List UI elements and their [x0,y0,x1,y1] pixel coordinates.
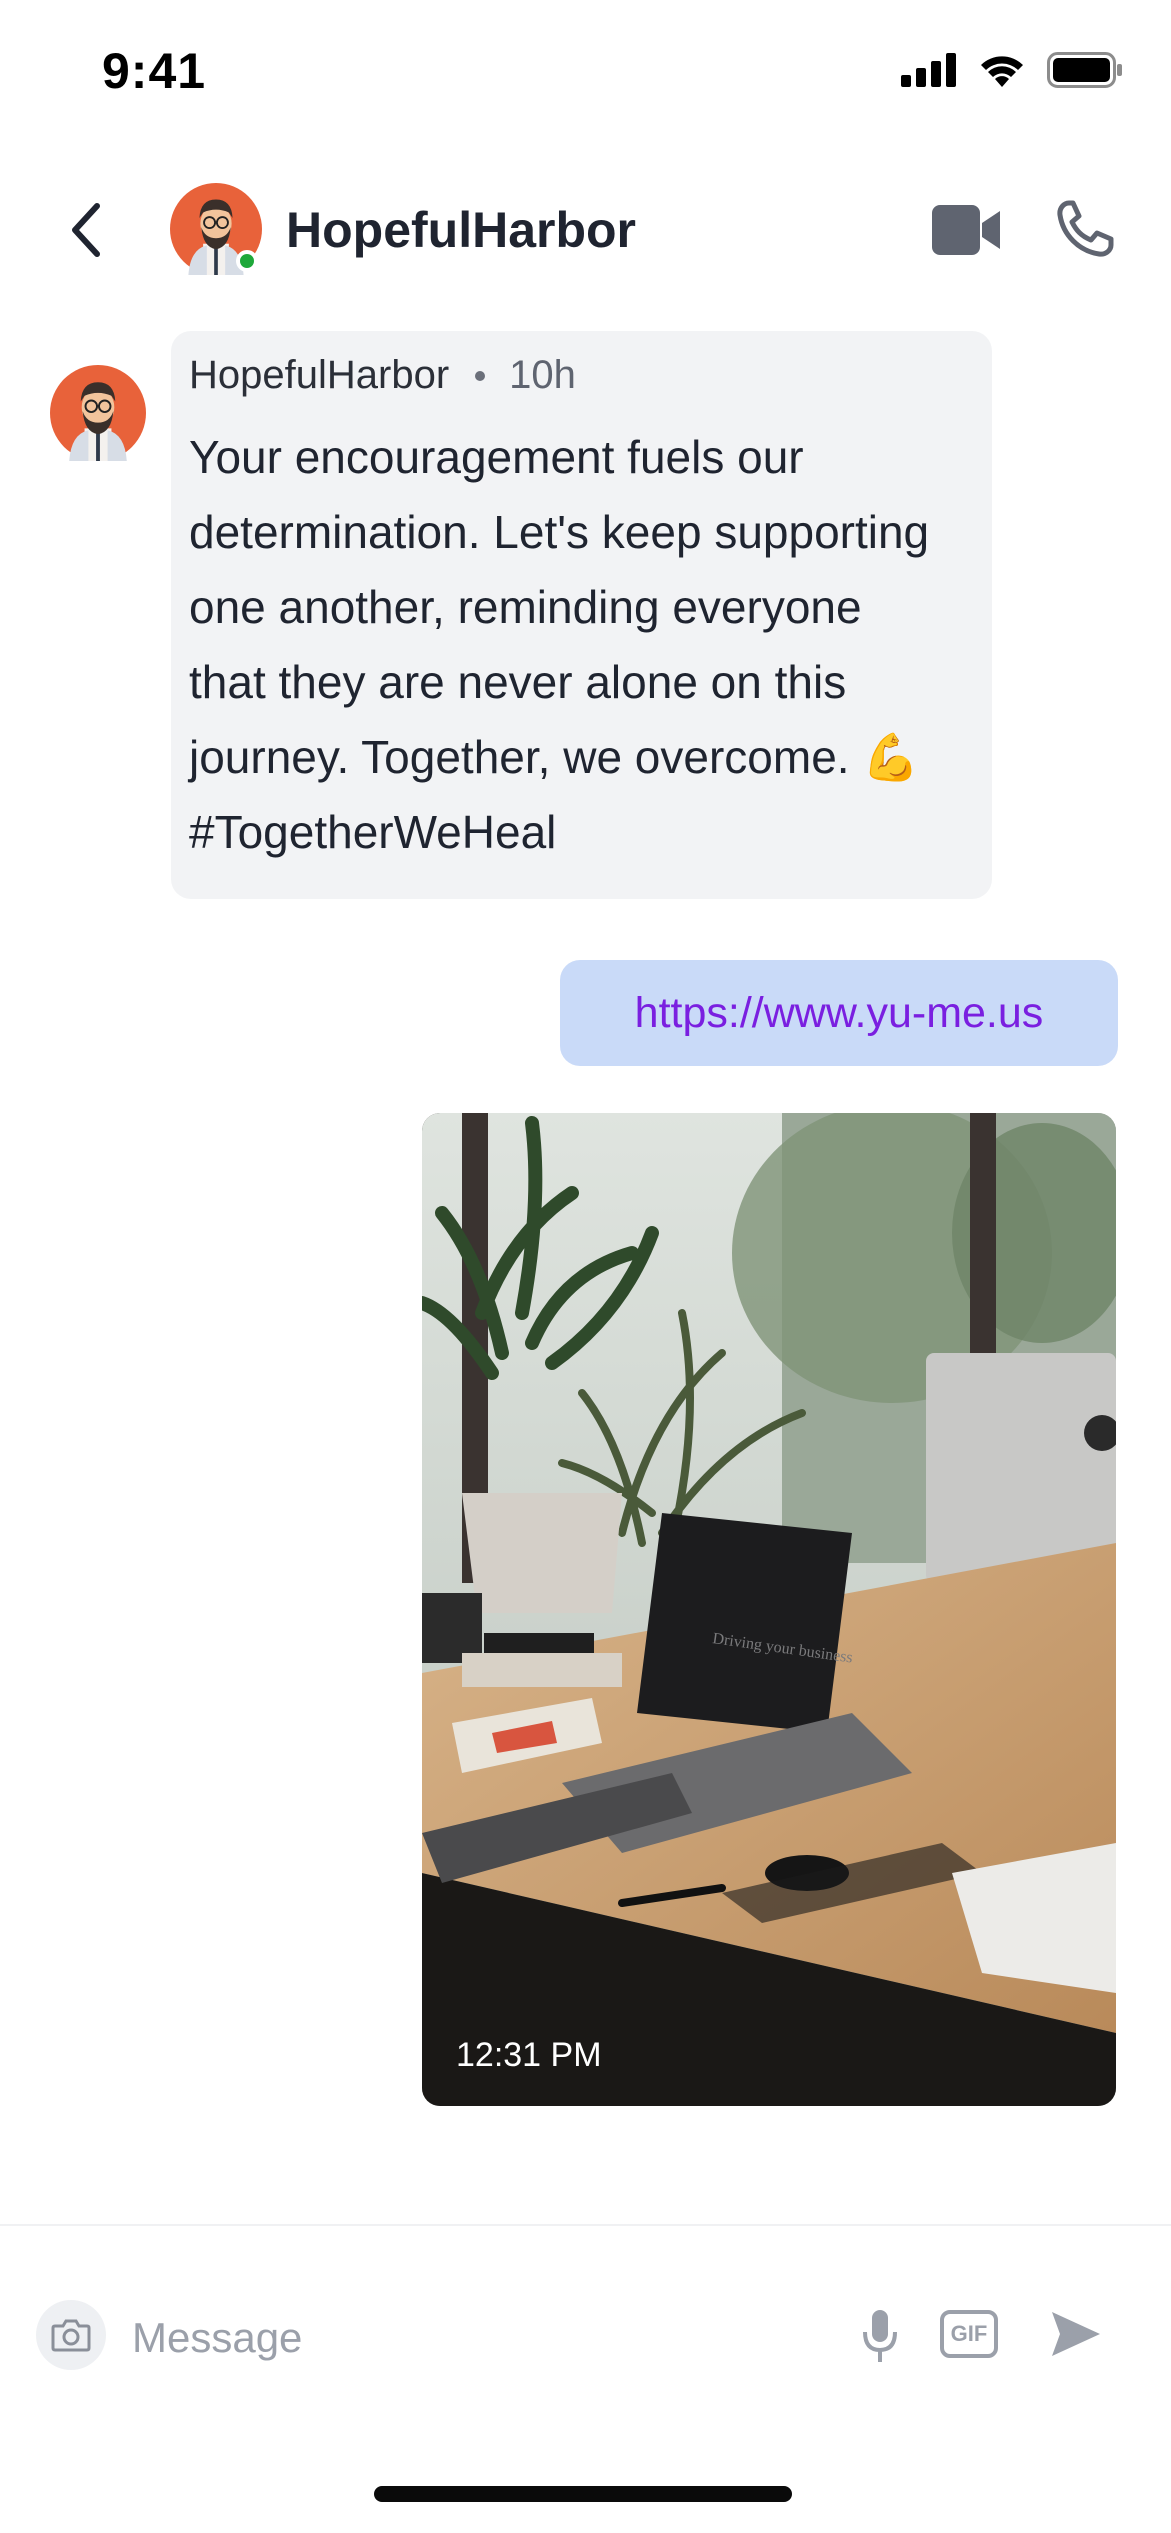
status-bar: 9:41 [0,0,1171,150]
phone-icon[interactable] [1055,199,1115,259]
message-text: Your encouragement fuels our determinati… [189,431,930,858]
message-sender: HopefulHarbor [189,353,450,397]
camera-icon [51,2319,91,2352]
incoming-message-bubble[interactable]: HopefulHarbor 10h Your encouragement fue… [171,331,992,899]
desk-photo: Driving your business [422,1113,1116,2106]
camera-button[interactable] [36,2300,106,2370]
chat-screen: 9:41 HopefulHarbor HopefulHarbor 10h You… [0,0,1171,2533]
microphone-icon[interactable] [860,2308,900,2364]
chat-header: HopefulHarbor [0,165,1171,295]
message-time: 10h [509,353,576,397]
gif-icon: GIF [950,2321,988,2346]
message-input[interactable] [132,2308,832,2368]
battery-icon [1047,52,1122,88]
gif-button[interactable]: GIF [940,2310,998,2358]
status-time: 9:41 [102,43,207,99]
image-timestamp: 12:31 PM [456,2036,602,2074]
send-icon[interactable] [1050,2310,1102,2358]
sender-avatar[interactable] [50,365,146,461]
contact-name[interactable]: HopefulHarbor [286,201,636,259]
outgoing-link-bubble[interactable]: https://www.yu-me.us [560,960,1118,1066]
video-camera-icon[interactable] [930,203,1002,257]
meta-separator-dot [475,370,486,381]
signal-icon [901,53,956,87]
outgoing-image-message[interactable]: Driving your business [422,1113,1116,2106]
status-icons [901,52,1123,88]
online-indicator [236,250,258,272]
wifi-icon [981,56,1023,87]
home-indicator [374,2486,792,2502]
message-meta: HopefulHarbor 10h [189,353,964,398]
back-chevron-icon [72,203,100,257]
message-link[interactable]: https://www.yu-me.us [635,989,1044,1038]
back-button[interactable] [55,195,115,265]
